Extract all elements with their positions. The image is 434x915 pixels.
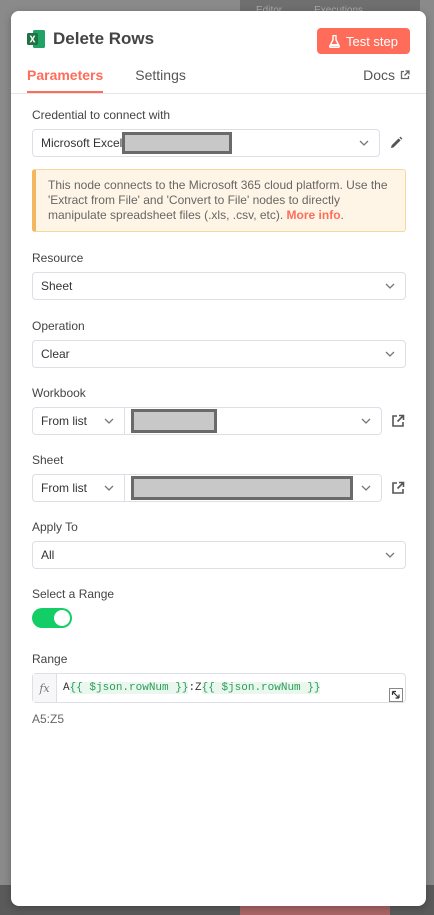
range-expression-input[interactable]: fx A{{ $json.rowNum }}:Z{{ $json.rowNum … [32, 673, 406, 703]
parameters-body: Credential to connect with Microsoft Exc… [11, 94, 426, 726]
chevron-down-icon[interactable] [359, 138, 369, 148]
sheet-label: Sheet [32, 453, 64, 467]
range-expression-start: {{ $json.rowNum }} [69, 682, 189, 694]
tab-settings[interactable]: Settings [135, 67, 186, 93]
workbook-label: Workbook [32, 386, 86, 400]
range-expression: A{{ $json.rowNum }}:Z{{ $json.rowNum }} [57, 682, 321, 694]
panel-tabs: Parameters Settings [27, 67, 218, 93]
node-title[interactable]: Delete Rows [53, 29, 154, 49]
apply-to-value: All [41, 548, 55, 562]
toggle-knob [54, 610, 70, 626]
range-middle: :Z [188, 682, 202, 694]
chevron-down-icon[interactable] [361, 416, 371, 426]
fx-icon: fx [33, 674, 57, 702]
sheet-mode-value: From list [41, 481, 87, 495]
apply-to-select[interactable]: All [32, 541, 406, 569]
sheet-selector: From list [32, 474, 382, 502]
pencil-icon[interactable] [389, 136, 403, 150]
panel-header: Delete Rows Test step Parameters Setting… [11, 11, 426, 94]
sheet-value-redacted[interactable] [131, 476, 353, 500]
range-preview: A5:Z5 [32, 712, 65, 726]
workbook-value-redacted[interactable] [131, 409, 217, 433]
credential-value: Microsoft Excel [41, 136, 123, 150]
select-range-label: Select a Range [32, 587, 115, 601]
range-prefix: A [63, 682, 70, 694]
workbook-mode-value: From list [41, 414, 87, 428]
range-expression-end: {{ $json.rowNum }} [201, 682, 321, 694]
open-external-icon[interactable] [391, 414, 405, 428]
credential-select[interactable]: Microsoft Excel [32, 129, 380, 157]
resource-value: Sheet [41, 279, 73, 293]
sheet-mode-select[interactable]: From list [33, 475, 125, 501]
external-link-icon [400, 70, 410, 80]
chevron-down-icon[interactable] [104, 416, 114, 426]
tab-parameters[interactable]: Parameters [27, 67, 104, 93]
credential-name-redacted [122, 132, 233, 154]
chevron-down-icon[interactable] [361, 483, 371, 493]
range-label: Range [32, 652, 68, 666]
info-callout: This node connects to the Microsoft 365 … [32, 169, 406, 232]
workbook-selector: From list [32, 407, 382, 435]
node-panel: Delete Rows Test step Parameters Setting… [11, 11, 426, 906]
operation-label: Operation [32, 319, 85, 333]
credential-label: Credential to connect with [32, 108, 171, 122]
chevron-down-icon[interactable] [385, 349, 395, 359]
title-row: Delete Rows [27, 29, 154, 49]
test-step-label: Test step [345, 33, 398, 49]
test-step-button[interactable]: Test step [316, 28, 410, 54]
docs-label: Docs [363, 67, 395, 83]
docs-link[interactable]: Docs [363, 67, 410, 83]
resource-select[interactable]: Sheet [32, 272, 406, 300]
select-range-toggle[interactable] [32, 608, 72, 628]
apply-to-label: Apply To [32, 520, 78, 534]
excel-icon [27, 30, 45, 48]
chevron-down-icon[interactable] [385, 281, 395, 291]
chevron-down-icon[interactable] [385, 550, 395, 560]
open-external-icon[interactable] [391, 481, 405, 495]
workbook-mode-select[interactable]: From list [33, 408, 125, 434]
resource-label: Resource [32, 251, 84, 265]
callout-period: . [340, 208, 344, 222]
expand-editor-icon[interactable] [389, 688, 403, 702]
chevron-down-icon[interactable] [104, 483, 114, 493]
more-info-link[interactable]: More info [287, 208, 341, 222]
operation-value: Clear [41, 347, 70, 361]
flask-icon [328, 34, 340, 48]
operation-select[interactable]: Clear [32, 340, 406, 368]
